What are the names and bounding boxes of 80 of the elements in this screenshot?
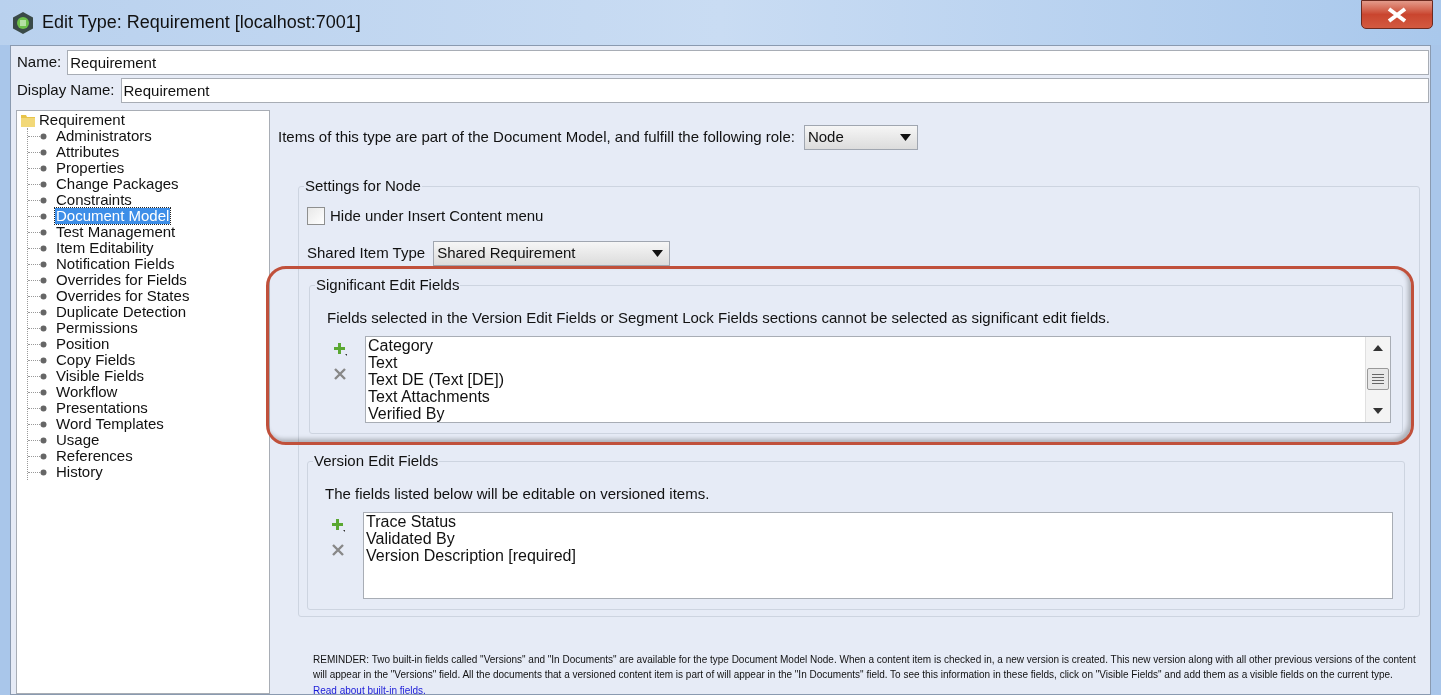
scroll-down-icon[interactable] xyxy=(1373,407,1383,414)
tree-item[interactable]: Constraints xyxy=(55,192,133,208)
bullet-icon xyxy=(40,468,47,476)
bullet-icon xyxy=(40,356,47,364)
group-description: Fields selected in the Version Edit Fields or Segment Lock Fields sections cannot be selected as significant edit fields. xyxy=(327,307,1111,328)
list-item[interactable]: Text xyxy=(368,353,1365,371)
shared-type-dropdown[interactable]: Shared Requirement xyxy=(433,240,671,266)
list-item[interactable]: Trace Status xyxy=(366,512,1392,530)
reminder-text: REMINDER: Two built-in fields called "Versions" and "In Documents" are available for the type Document Model Node. When a content item is checked in, a new version is created. This new version along with all other previous versions of the content will appear in the "Versions" field. All the documents that a versioned content item is part of will appear in the "In Documents" field. To see this information in these fields, click on "Visible Fields" and add them as a visible fields on the current type. Read about built-in fields. xyxy=(313,652,1417,695)
tree-item[interactable]: Position xyxy=(55,336,111,352)
tree-item[interactable]: Change Packages xyxy=(55,176,180,192)
tree-item[interactable]: Visible Fields xyxy=(55,368,146,384)
list-item[interactable]: Category xyxy=(368,336,1365,354)
scrollbar[interactable] xyxy=(1365,336,1390,422)
bullet-icon xyxy=(40,244,47,252)
bullet-icon xyxy=(40,404,47,412)
role-label: Items of this type are part of the Document Model, and fulfill the following role: xyxy=(278,127,795,148)
list-item[interactable]: Validated By xyxy=(366,529,1392,547)
tree-item[interactable]: Word Templates xyxy=(55,416,165,432)
text-field[interactable]: Requirement xyxy=(67,50,1429,75)
window-title: Edit Type: Requirement [localhost:7001] xyxy=(42,11,361,34)
bullet-icon xyxy=(40,228,47,236)
tree-item[interactable]: Properties xyxy=(55,160,126,176)
tree-item[interactable]: References xyxy=(55,448,134,464)
add-icon[interactable] xyxy=(331,517,345,532)
remove-icon[interactable] xyxy=(334,367,346,380)
bullet-icon xyxy=(40,292,47,300)
bullet-icon xyxy=(40,132,47,140)
field-label: Display Name: xyxy=(17,80,115,101)
folder-icon xyxy=(21,113,35,127)
tree-item[interactable]: Item Editability xyxy=(55,240,155,256)
tree-item[interactable]: Usage xyxy=(55,432,101,448)
tree-item[interactable]: Overrides for States xyxy=(55,288,191,304)
built-in-fields-link[interactable]: Read about built-in fields. xyxy=(313,684,426,695)
dropdown-caret-icon xyxy=(652,249,664,257)
text-field[interactable]: Requirement xyxy=(120,78,1429,103)
dropdown-caret-icon xyxy=(899,134,911,141)
remove-icon[interactable] xyxy=(332,543,344,556)
bullet-icon xyxy=(40,340,47,348)
bullet-icon xyxy=(40,436,47,444)
add-icon[interactable] xyxy=(333,341,347,356)
list-item[interactable]: Text Attachments xyxy=(368,387,1365,405)
tree-item[interactable]: History xyxy=(55,464,104,480)
tree-item[interactable]: Permissions xyxy=(55,320,139,336)
bullet-icon xyxy=(40,324,47,332)
scroll-up-icon[interactable] xyxy=(1373,344,1383,351)
tree-item[interactable]: Copy Fields xyxy=(55,352,137,368)
tree-root[interactable]: Requirement xyxy=(39,112,125,128)
close-button[interactable] xyxy=(1361,0,1433,29)
group-description: The fields listed below will be editable on versioned items. xyxy=(325,483,711,504)
bullet-icon xyxy=(40,164,47,172)
bullet-icon xyxy=(40,148,47,156)
bullet-icon xyxy=(40,260,47,268)
list-item[interactable]: Text DE (Text [DE]) xyxy=(368,370,1365,388)
checkbox-label: Hide under Insert Content menu xyxy=(330,206,544,226)
bullet-icon xyxy=(40,388,47,396)
list-item[interactable]: Verified By xyxy=(368,404,1365,422)
tree-item[interactable]: Overrides for Fields xyxy=(55,272,188,288)
tree-item[interactable]: Presentations xyxy=(55,400,149,416)
role-dropdown[interactable]: Node xyxy=(803,125,918,150)
list-item[interactable]: Version Description [required] xyxy=(366,546,1392,564)
tree-item[interactable]: Notification Fields xyxy=(55,256,176,272)
bullet-icon xyxy=(40,372,47,380)
tree-item[interactable]: Test Management xyxy=(55,224,177,240)
checkbox[interactable] xyxy=(307,207,325,226)
bullet-icon xyxy=(40,212,47,220)
tree-item[interactable]: Duplicate Detection xyxy=(55,304,188,320)
field-label: Name: xyxy=(17,52,62,73)
bullet-icon xyxy=(40,180,47,188)
bullet-icon xyxy=(40,420,47,428)
bullet-icon xyxy=(40,452,47,460)
app-logo-icon xyxy=(12,10,34,35)
tree-item[interactable]: Attributes xyxy=(55,144,121,160)
tree-item[interactable]: Workflow xyxy=(55,384,119,400)
shared-type-label: Shared Item Type xyxy=(307,242,426,263)
close-icon xyxy=(1386,6,1408,23)
bullet-icon xyxy=(40,308,47,316)
tree-item[interactable]: Administrators xyxy=(55,128,153,144)
bullet-icon xyxy=(40,196,47,204)
bullet-icon xyxy=(40,276,47,284)
